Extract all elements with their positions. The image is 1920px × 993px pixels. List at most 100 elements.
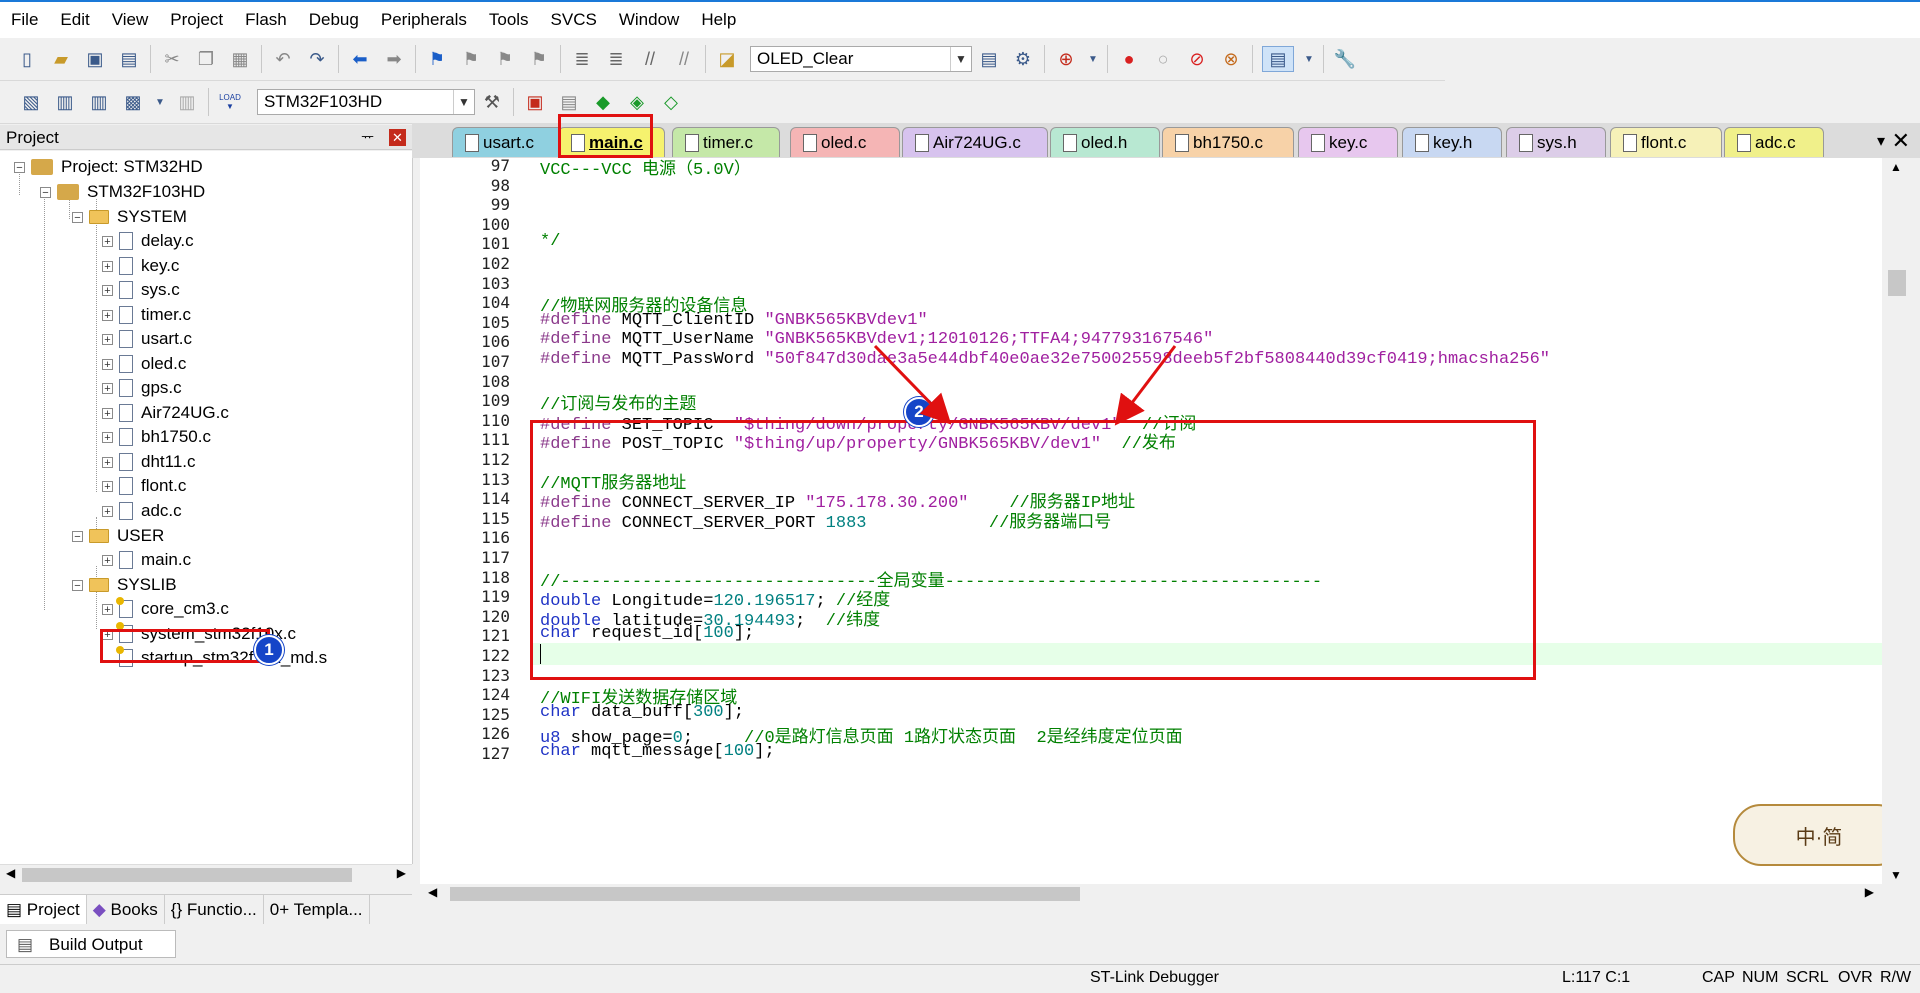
find-icon[interactable]: ▤ xyxy=(977,47,1001,71)
tab-bh1750-c[interactable]: bh1750.c xyxy=(1162,127,1294,157)
tab-flont-c[interactable]: flont.c xyxy=(1610,127,1722,157)
tree-group-syslib[interactable]: − SYSLIB xyxy=(72,573,177,597)
tree-file[interactable]: + core_cm3.c xyxy=(102,597,229,621)
expand-icon[interactable]: + xyxy=(102,505,113,517)
configure-icon[interactable]: 🔧 xyxy=(1333,47,1357,71)
editor-vertical-scrollbar[interactable]: ▲ ▼ xyxy=(1882,158,1910,884)
pack-installer-icon[interactable]: ◈ xyxy=(625,90,649,114)
collapse-icon[interactable]: − xyxy=(72,579,83,591)
tab-templates[interactable]: 0+ Templa... xyxy=(264,895,370,925)
tree-target[interactable]: − STM32F103HD xyxy=(40,180,205,204)
expand-icon[interactable]: + xyxy=(102,603,113,615)
expand-icon[interactable]: + xyxy=(102,333,113,345)
tab-air724ug-c[interactable]: Air724UG.c xyxy=(902,127,1048,157)
tree-group-system[interactable]: − SYSTEM xyxy=(72,205,187,229)
tab-list-dropdown-icon[interactable]: ▾ xyxy=(1877,131,1885,151)
expand-icon[interactable]: + xyxy=(102,431,113,443)
tab-functions[interactable]: {} Functio... xyxy=(165,895,264,925)
menu-peripherals[interactable]: Peripherals xyxy=(370,2,478,38)
scroll-up-icon[interactable]: ▲ xyxy=(1890,160,1902,174)
tree-file[interactable]: + Air724UG.c xyxy=(102,401,229,425)
code-editor[interactable]: 97 98 99 100 101 102 103 104 105 106 107 108 109 110 1… xyxy=(420,158,1882,884)
tree-file[interactable]: + bh1750.c xyxy=(102,425,211,449)
uncomment-icon[interactable]: // xyxy=(672,47,696,71)
stop-build-icon[interactable]: ▥ xyxy=(175,90,199,114)
cut-icon[interactable]: ✂ xyxy=(160,47,184,71)
tab-oled-h[interactable]: oled.h xyxy=(1050,127,1160,157)
open-folder-icon[interactable]: ▰ xyxy=(49,47,73,71)
pin-icon[interactable]: ᅲ xyxy=(361,125,374,150)
breakpoint-icon[interactable]: ● xyxy=(1117,47,1141,71)
tab-books[interactable]: ◆ Books xyxy=(87,895,165,925)
collapse-icon[interactable]: − xyxy=(40,186,51,198)
scroll-down-icon[interactable]: ▼ xyxy=(1890,868,1902,882)
expand-icon[interactable]: + xyxy=(102,260,113,272)
save-icon[interactable]: ▣ xyxy=(83,47,107,71)
nav-forward-icon[interactable]: ➡ xyxy=(382,47,406,71)
tree-file[interactable]: + oled.c xyxy=(102,352,186,376)
undo-icon[interactable]: ↶ xyxy=(271,47,295,71)
expand-icon[interactable]: + xyxy=(102,358,113,370)
collapse-icon[interactable]: − xyxy=(14,161,25,173)
expand-icon[interactable]: + xyxy=(102,480,113,492)
tree-file[interactable]: + adc.c xyxy=(102,499,182,523)
tab-project[interactable]: ▤ Project xyxy=(0,895,87,925)
translate-icon[interactable]: ▧ xyxy=(19,90,43,114)
bookmark-clear-icon[interactable]: ⚑ xyxy=(527,47,551,71)
menu-debug[interactable]: Debug xyxy=(298,2,370,38)
expand-icon[interactable]: + xyxy=(102,554,113,566)
paste-icon[interactable]: ▦ xyxy=(228,47,252,71)
find-combo[interactable]: OLED_Clear ▼ xyxy=(750,46,972,72)
chevron-down-icon[interactable]: ▼ xyxy=(155,90,165,114)
target-combo[interactable]: STM32F103HD ▼ xyxy=(257,89,475,115)
rebuild-icon[interactable]: ▥ xyxy=(87,90,111,114)
expand-icon[interactable]: + xyxy=(102,456,113,468)
bookmark-prev-icon[interactable]: ⚑ xyxy=(459,47,483,71)
tree-file[interactable]: + key.c xyxy=(102,254,179,278)
expand-icon[interactable]: + xyxy=(102,382,113,394)
tree-file[interactable]: + flont.c xyxy=(102,474,186,498)
menu-view[interactable]: View xyxy=(101,2,160,38)
chevron-down-icon[interactable]: ▼ xyxy=(1088,47,1098,71)
collapse-icon[interactable]: − xyxy=(72,530,83,542)
menu-flash[interactable]: Flash xyxy=(234,2,298,38)
replace-icon[interactable]: ⚙ xyxy=(1011,47,1035,71)
tree-file[interactable]: + usart.c xyxy=(102,327,192,351)
new-file-icon[interactable]: ▯ xyxy=(15,47,39,71)
scroll-right-icon[interactable]: ▶ xyxy=(1865,885,1874,899)
chevron-down-icon[interactable]: ▼ xyxy=(453,90,474,114)
breakpoint-disable-all-icon[interactable]: ⊘ xyxy=(1185,47,1209,71)
manage-project-icon[interactable]: ▣ xyxy=(523,90,547,114)
tab-key-c[interactable]: key.c xyxy=(1298,127,1398,157)
batch-build-icon[interactable]: ▩ xyxy=(121,90,145,114)
indent-icon[interactable]: ≣ xyxy=(570,47,594,71)
window-layout-icon[interactable]: ▤ xyxy=(1262,46,1294,72)
save-all-icon[interactable]: ▤ xyxy=(117,47,141,71)
load-icon[interactable]: LOAD ▼ xyxy=(218,90,242,114)
scrollbar-thumb[interactable] xyxy=(1888,270,1906,296)
tree-file[interactable]: + gps.c xyxy=(102,376,182,400)
expand-icon[interactable]: + xyxy=(102,284,113,296)
menu-edit[interactable]: Edit xyxy=(49,2,100,38)
menu-window[interactable]: Window xyxy=(608,2,690,38)
tree-file[interactable]: + dht11.c xyxy=(102,450,196,474)
select-packs-icon[interactable]: ◆ xyxy=(591,90,615,114)
copy-icon[interactable]: ❐ xyxy=(194,47,218,71)
expand-icon[interactable]: + xyxy=(102,407,113,419)
build-icon[interactable]: ▥ xyxy=(53,90,77,114)
chevron-down-icon[interactable]: ▼ xyxy=(950,47,971,71)
scroll-right-icon[interactable]: ▶ xyxy=(397,866,406,880)
scroll-left-icon[interactable]: ◀ xyxy=(6,866,15,880)
menu-file[interactable]: File xyxy=(0,2,49,38)
build-output-tab[interactable]: ▤ Build Output xyxy=(6,930,176,958)
run-time-env-icon[interactable]: ◇ xyxy=(659,90,683,114)
tab-key-h[interactable]: key.h xyxy=(1402,127,1502,157)
scroll-left-icon[interactable]: ◀ xyxy=(428,885,437,899)
tab-usart-c[interactable]: usart.c xyxy=(452,127,564,157)
scrollbar-thumb[interactable] xyxy=(22,868,352,882)
tree-group-user[interactable]: − USER xyxy=(72,524,164,548)
menu-help[interactable]: Help xyxy=(690,2,747,38)
bookmark-icon[interactable]: ⚑ xyxy=(425,47,449,71)
bookmark-next-icon[interactable]: ⚑ xyxy=(493,47,517,71)
find-in-files-icon[interactable]: ◪ xyxy=(715,47,739,71)
